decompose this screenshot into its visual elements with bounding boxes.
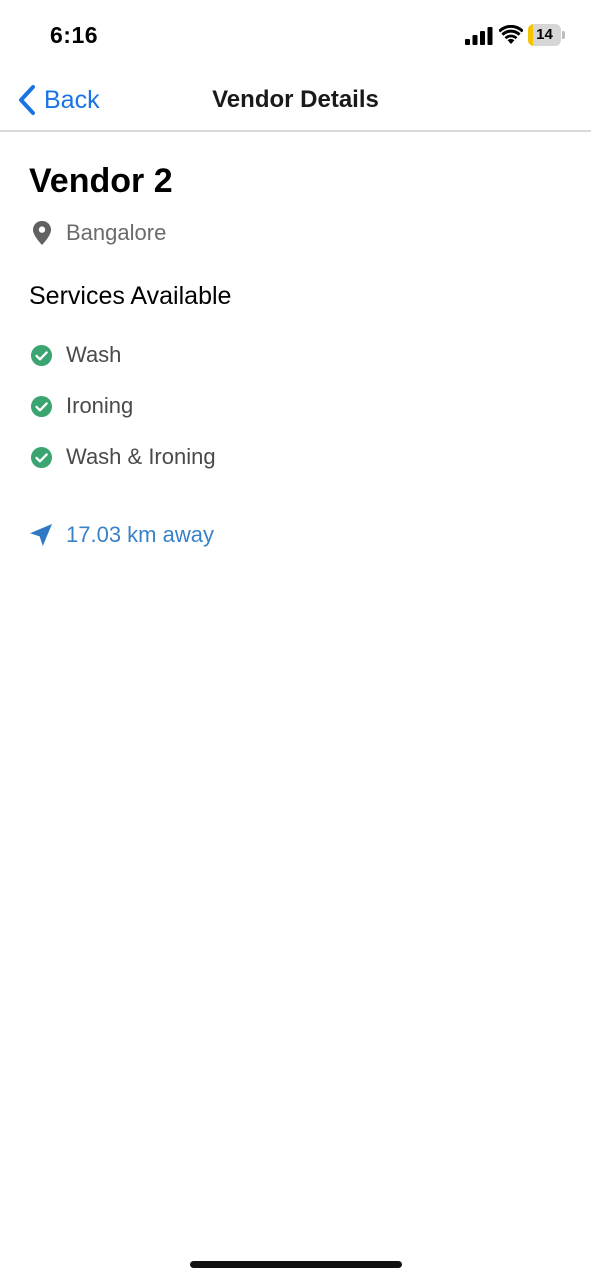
- vendor-details-screen: 6:16 14 Back Vendor Details Vendor 2 Ban…: [0, 0, 591, 1280]
- services-list: Wash Ironing Wash & Ironing: [29, 340, 216, 493]
- check-circle-icon: [30, 446, 53, 468]
- service-label: Wash & Ironing: [66, 444, 216, 469]
- location-label: Bangalore: [66, 220, 167, 245]
- services-heading: Services Available: [29, 282, 232, 310]
- home-indicator[interactable]: [190, 1261, 402, 1268]
- vendor-distance: 17.03 km away: [29, 520, 214, 550]
- battery-indicator: 14: [528, 24, 565, 46]
- service-item: Wash: [29, 340, 216, 370]
- service-label: Wash: [66, 342, 122, 367]
- service-item: Ironing: [29, 391, 216, 421]
- service-label: Ironing: [66, 393, 134, 418]
- map-pin-icon: [33, 221, 51, 245]
- wifi-icon: [499, 25, 523, 44]
- distance-label: 17.03 km away: [66, 522, 214, 547]
- vendor-name: Vendor 2: [29, 162, 173, 200]
- check-circle-icon: [30, 395, 53, 417]
- battery-cap: [562, 31, 565, 39]
- battery-level: 14: [536, 26, 553, 43]
- vendor-location: Bangalore: [29, 218, 166, 248]
- battery-body: 14: [528, 24, 561, 46]
- status-time: 6:16: [50, 22, 99, 48]
- status-bar: 6:16 14: [0, 0, 591, 70]
- page-title: Vendor Details: [212, 86, 379, 113]
- check-circle-icon: [30, 344, 53, 366]
- navigation-bar: Back Vendor Details: [0, 70, 591, 132]
- service-item: Wash & Ironing: [29, 442, 216, 472]
- navigation-arrow-icon: [30, 524, 52, 546]
- cellular-signal-icon: [465, 27, 493, 45]
